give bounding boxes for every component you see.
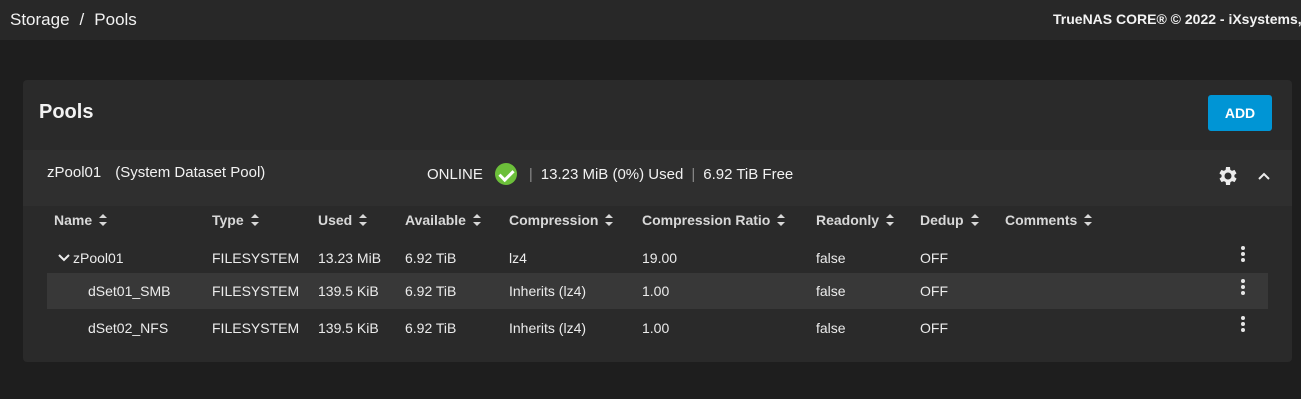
cell-readonly: false — [816, 250, 846, 266]
chevron-down-icon[interactable] — [58, 253, 70, 263]
cell-dedup: OFF — [920, 283, 948, 299]
cell-dedup: OFF — [920, 320, 948, 336]
cell-dedup: OFF — [920, 250, 948, 266]
pool-header: zPool01 (System Dataset Pool) ONLINE | 13… — [23, 150, 1292, 206]
sort-icon — [1084, 214, 1093, 226]
cell-readonly: false — [816, 283, 846, 299]
cell-available: 6.92 TiB — [405, 320, 457, 336]
sort-icon — [472, 214, 481, 226]
pool-status-text: ONLINE — [427, 165, 483, 183]
cell-available: 6.92 TiB — [405, 250, 457, 266]
breadcrumb-storage[interactable]: Storage — [10, 10, 70, 29]
column-header-type[interactable]: Type — [212, 212, 260, 228]
sort-icon — [359, 214, 368, 226]
sort-icon — [99, 214, 108, 226]
table-row[interactable]: dSet01_SMB FILESYSTEM 139.5 KiB 6.92 TiB… — [47, 273, 1268, 309]
column-header-available[interactable]: Available — [405, 212, 482, 228]
column-header-readonly[interactable]: Readonly — [816, 212, 895, 228]
pool-status: ONLINE | 13.23 MiB (0%) Used | 6.92 TiB … — [427, 163, 793, 185]
cell-type: FILESYSTEM — [212, 283, 300, 299]
column-header-comments[interactable]: Comments — [1005, 212, 1093, 228]
table-row[interactable]: zPool01 FILESYSTEM 13.23 MiB 6.92 TiB lz… — [47, 240, 1268, 276]
table-row[interactable]: dSet02_NFS FILESYSTEM 139.5 KiB 6.92 TiB… — [47, 310, 1268, 346]
column-header-name[interactable]: Name — [54, 212, 108, 228]
column-header-compression[interactable]: Compression — [509, 212, 614, 228]
cell-name: dSet01_SMB — [88, 283, 171, 299]
more-vert-icon[interactable] — [1235, 279, 1251, 299]
sort-icon — [605, 214, 614, 226]
column-header-compression-ratio[interactable]: Compression Ratio — [642, 212, 786, 228]
pool-used: 13.23 MiB (0%) Used — [540, 165, 684, 183]
cell-available: 6.92 TiB — [405, 283, 457, 299]
chevron-up-icon[interactable] — [1256, 164, 1272, 188]
breadcrumb-pools: Pools — [94, 10, 137, 29]
cell-readonly: false — [816, 320, 846, 336]
cell-compression-ratio: 1.00 — [642, 320, 670, 336]
pool-role: (System Dataset Pool) — [115, 164, 266, 181]
gear-icon[interactable] — [1216, 164, 1240, 188]
cell-compression: lz4 — [509, 250, 527, 266]
sort-icon — [970, 214, 979, 226]
breadcrumb-separator: / — [79, 10, 85, 29]
check-circle-icon — [494, 163, 517, 185]
page-title: Pools — [39, 101, 94, 123]
column-header-used[interactable]: Used — [318, 212, 368, 228]
more-vert-icon[interactable] — [1235, 316, 1251, 336]
top-bar: Storage / Pools TrueNAS CORE® © 2022 - iXs… — [0, 0, 1301, 40]
sort-icon — [886, 214, 895, 226]
cell-used: 13.23 MiB — [318, 250, 382, 266]
pool-free: 6.92 TiB Free — [703, 165, 794, 183]
cell-used: 139.5 KiB — [318, 320, 379, 336]
status-divider: | — [691, 165, 696, 183]
cell-compression: Inherits (lz4) — [509, 283, 587, 299]
pools-card: Pools ADD zPool01 (System Dataset Pool) O… — [23, 80, 1292, 362]
cell-compression-ratio: 19.00 — [642, 250, 678, 266]
cell-type: FILESYSTEM — [212, 250, 300, 266]
pool-name: zPool01 — [47, 164, 102, 181]
cell-compression-ratio: 1.00 — [642, 283, 670, 299]
cell-name: dSet02_NFS — [88, 320, 169, 336]
sort-icon — [777, 214, 786, 226]
status-divider: | — [528, 165, 533, 183]
sort-icon — [250, 214, 259, 226]
copyright-text: TrueNAS CORE® © 2022 - iXsystems, Inc. — [1053, 11, 1301, 27]
cell-name: zPool01 — [73, 250, 124, 266]
cell-type: FILESYSTEM — [212, 320, 300, 336]
cell-compression: Inherits (lz4) — [509, 320, 587, 336]
more-vert-icon[interactable] — [1235, 246, 1251, 266]
pool-title: zPool01 (System Dataset Pool) — [47, 164, 265, 181]
column-header-dedup[interactable]: Dedup — [920, 212, 980, 228]
add-pool-button[interactable]: ADD — [1208, 95, 1272, 131]
cell-used: 139.5 KiB — [318, 283, 379, 299]
breadcrumb: Storage / Pools — [10, 10, 137, 30]
